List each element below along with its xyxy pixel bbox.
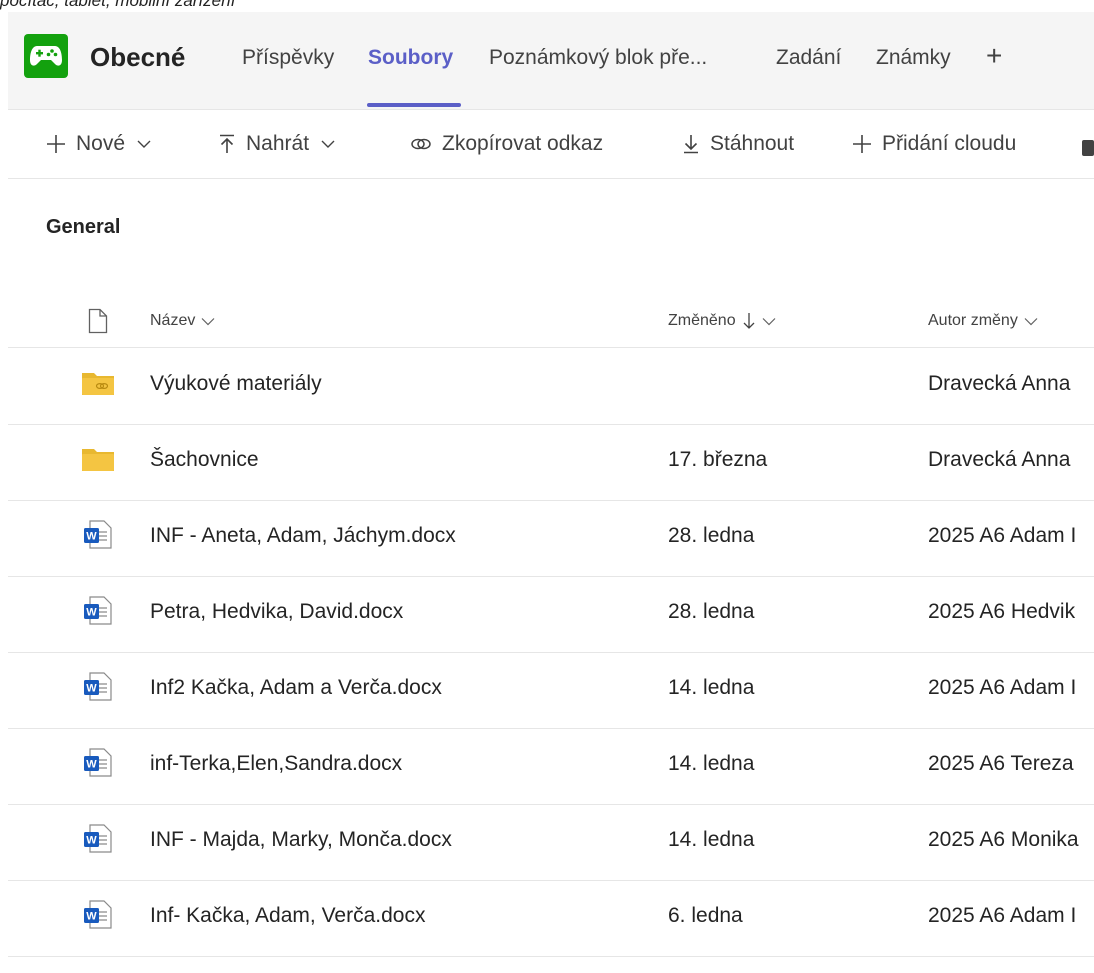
add-cloud-button[interactable]: Přidání cloudu bbox=[852, 132, 1016, 156]
modified-by: Dravecká Anna bbox=[928, 372, 1071, 395]
svg-text:W: W bbox=[86, 683, 97, 695]
column-header-modified-by-label: Autor změny bbox=[928, 312, 1018, 329]
download-button[interactable]: Stáhnout bbox=[682, 132, 794, 156]
table-row[interactable]: W Inf2 Kačka, Adam a Verča.docx 14. ledn… bbox=[8, 652, 1094, 729]
file-name[interactable]: inf-Terka,Elen,Sandra.docx bbox=[150, 752, 402, 776]
upload-label: Nahrát bbox=[246, 132, 310, 155]
team-avatar[interactable] bbox=[24, 34, 68, 78]
modified-by: 2025 A6 Adam I bbox=[928, 524, 1077, 547]
tab-notebook[interactable]: Poznámkový blok pře... bbox=[489, 46, 707, 70]
column-header-name[interactable]: Název bbox=[150, 312, 215, 330]
chevron-down-icon bbox=[201, 317, 215, 325]
modified-by: 2025 A6 Hedvik bbox=[928, 600, 1076, 623]
new-label: Nové bbox=[76, 132, 126, 155]
table-row[interactable]: W inf-Terka,Elen,Sandra.docx 14. ledna 2… bbox=[8, 728, 1094, 805]
channel-header: Obecné Příspěvky Soubory Poznámkový blok… bbox=[8, 12, 1094, 110]
table-row[interactable]: W Inf- Kačka, Adam, Verča.docx 6. ledna … bbox=[8, 880, 1094, 957]
table-row[interactable]: Výukové materiály Dravecká Anna bbox=[8, 348, 1094, 425]
word-document-icon: W bbox=[84, 824, 112, 853]
command-bar: Nové Nahrát Zkopírovat odkaz Stáhnout Př… bbox=[8, 110, 1094, 179]
active-tab-indicator bbox=[367, 103, 461, 107]
upload-icon bbox=[218, 134, 236, 154]
new-button[interactable]: Nové bbox=[46, 132, 151, 156]
file-name[interactable]: Šachovnice bbox=[150, 448, 259, 472]
table-row[interactable]: Šachovnice 17. března Dravecká Anna bbox=[8, 424, 1094, 501]
chevron-down-icon bbox=[321, 139, 335, 149]
word-document-icon: W bbox=[84, 900, 112, 929]
modified-date: 14. ledna bbox=[668, 828, 755, 851]
link-icon bbox=[410, 136, 432, 152]
upload-button[interactable]: Nahrát bbox=[218, 132, 335, 156]
modified-by: 2025 A6 Adam I bbox=[928, 676, 1077, 699]
column-header-name-label: Název bbox=[150, 312, 196, 329]
tab-files[interactable]: Soubory bbox=[368, 46, 453, 70]
download-icon bbox=[682, 134, 700, 154]
copy-link-button[interactable]: Zkopírovat odkaz bbox=[410, 132, 603, 156]
chevron-down-icon bbox=[137, 139, 151, 149]
modified-date: 28. ledna bbox=[668, 600, 755, 623]
file-name[interactable]: Inf2 Kačka, Adam a Verča.docx bbox=[150, 676, 442, 700]
modified-date: 17. března bbox=[668, 448, 768, 471]
modified-date: 14. ledna bbox=[668, 752, 755, 775]
folder-icon bbox=[82, 449, 114, 471]
modified-date: 14. ledna bbox=[668, 676, 755, 699]
overflow-toolbar-icon[interactable] bbox=[1082, 140, 1094, 156]
word-document-icon: W bbox=[84, 672, 112, 701]
plus-icon bbox=[46, 134, 66, 154]
svg-text:W: W bbox=[86, 911, 97, 923]
chevron-down-icon bbox=[1024, 317, 1038, 325]
modified-by: Dravecká Anna bbox=[928, 448, 1071, 471]
table-row[interactable]: W INF - Aneta, Adam, Jáchym.docx 28. led… bbox=[8, 500, 1094, 577]
tab-assignments[interactable]: Zadání bbox=[776, 46, 841, 70]
add-cloud-label: Přidání cloudu bbox=[882, 132, 1017, 155]
modified-by: 2025 A6 Tereza bbox=[928, 752, 1074, 775]
shared-folder-icon bbox=[82, 373, 114, 395]
svg-text:W: W bbox=[86, 835, 97, 847]
game-controller-icon bbox=[30, 46, 62, 66]
sort-descending-icon bbox=[743, 313, 755, 329]
file-name[interactable]: INF - Majda, Marky, Monča.docx bbox=[150, 828, 452, 852]
modified-date: 28. ledna bbox=[668, 524, 755, 547]
copy-link-label: Zkopírovat odkaz bbox=[442, 132, 604, 155]
tab-posts[interactable]: Příspěvky bbox=[242, 46, 334, 70]
plus-icon bbox=[852, 134, 872, 154]
svg-text:W: W bbox=[86, 759, 97, 771]
column-header-modified[interactable]: Změněno bbox=[668, 312, 776, 330]
svg-text:W: W bbox=[86, 531, 97, 543]
column-header-modified-label: Změněno bbox=[668, 312, 736, 329]
folder-title: General bbox=[46, 216, 121, 238]
column-header-modified-by[interactable]: Autor změny bbox=[928, 312, 1038, 330]
word-document-icon: W bbox=[84, 596, 112, 625]
file-name[interactable]: Inf- Kačka, Adam, Verča.docx bbox=[150, 904, 425, 928]
file-name[interactable]: INF - Aneta, Adam, Jáchym.docx bbox=[150, 524, 456, 548]
modified-by: 2025 A6 Adam I bbox=[928, 904, 1077, 927]
table-row[interactable]: W Petra, Hedvika, David.docx 28. ledna 2… bbox=[8, 576, 1094, 653]
word-document-icon: W bbox=[84, 520, 112, 549]
modified-date: 6. ledna bbox=[668, 904, 743, 927]
svg-text:W: W bbox=[86, 607, 97, 619]
teams-files-view: Obecné Příspěvky Soubory Poznámkový blok… bbox=[8, 12, 1094, 973]
file-name[interactable]: Petra, Hedvika, David.docx bbox=[150, 600, 403, 624]
chevron-down-icon bbox=[762, 317, 776, 325]
table-row[interactable]: W INF - Majda, Marky, Monča.docx 14. led… bbox=[8, 804, 1094, 881]
tab-grades[interactable]: Známky bbox=[876, 46, 951, 70]
download-label: Stáhnout bbox=[710, 132, 795, 155]
team-name: Obecné bbox=[90, 42, 186, 72]
file-name[interactable]: Výukové materiály bbox=[150, 372, 322, 396]
word-document-icon: W bbox=[84, 748, 112, 777]
add-tab-button[interactable]: + bbox=[986, 42, 1002, 70]
file-type-header-icon[interactable] bbox=[82, 308, 108, 334]
modified-by: 2025 A6 Monika bbox=[928, 828, 1079, 851]
